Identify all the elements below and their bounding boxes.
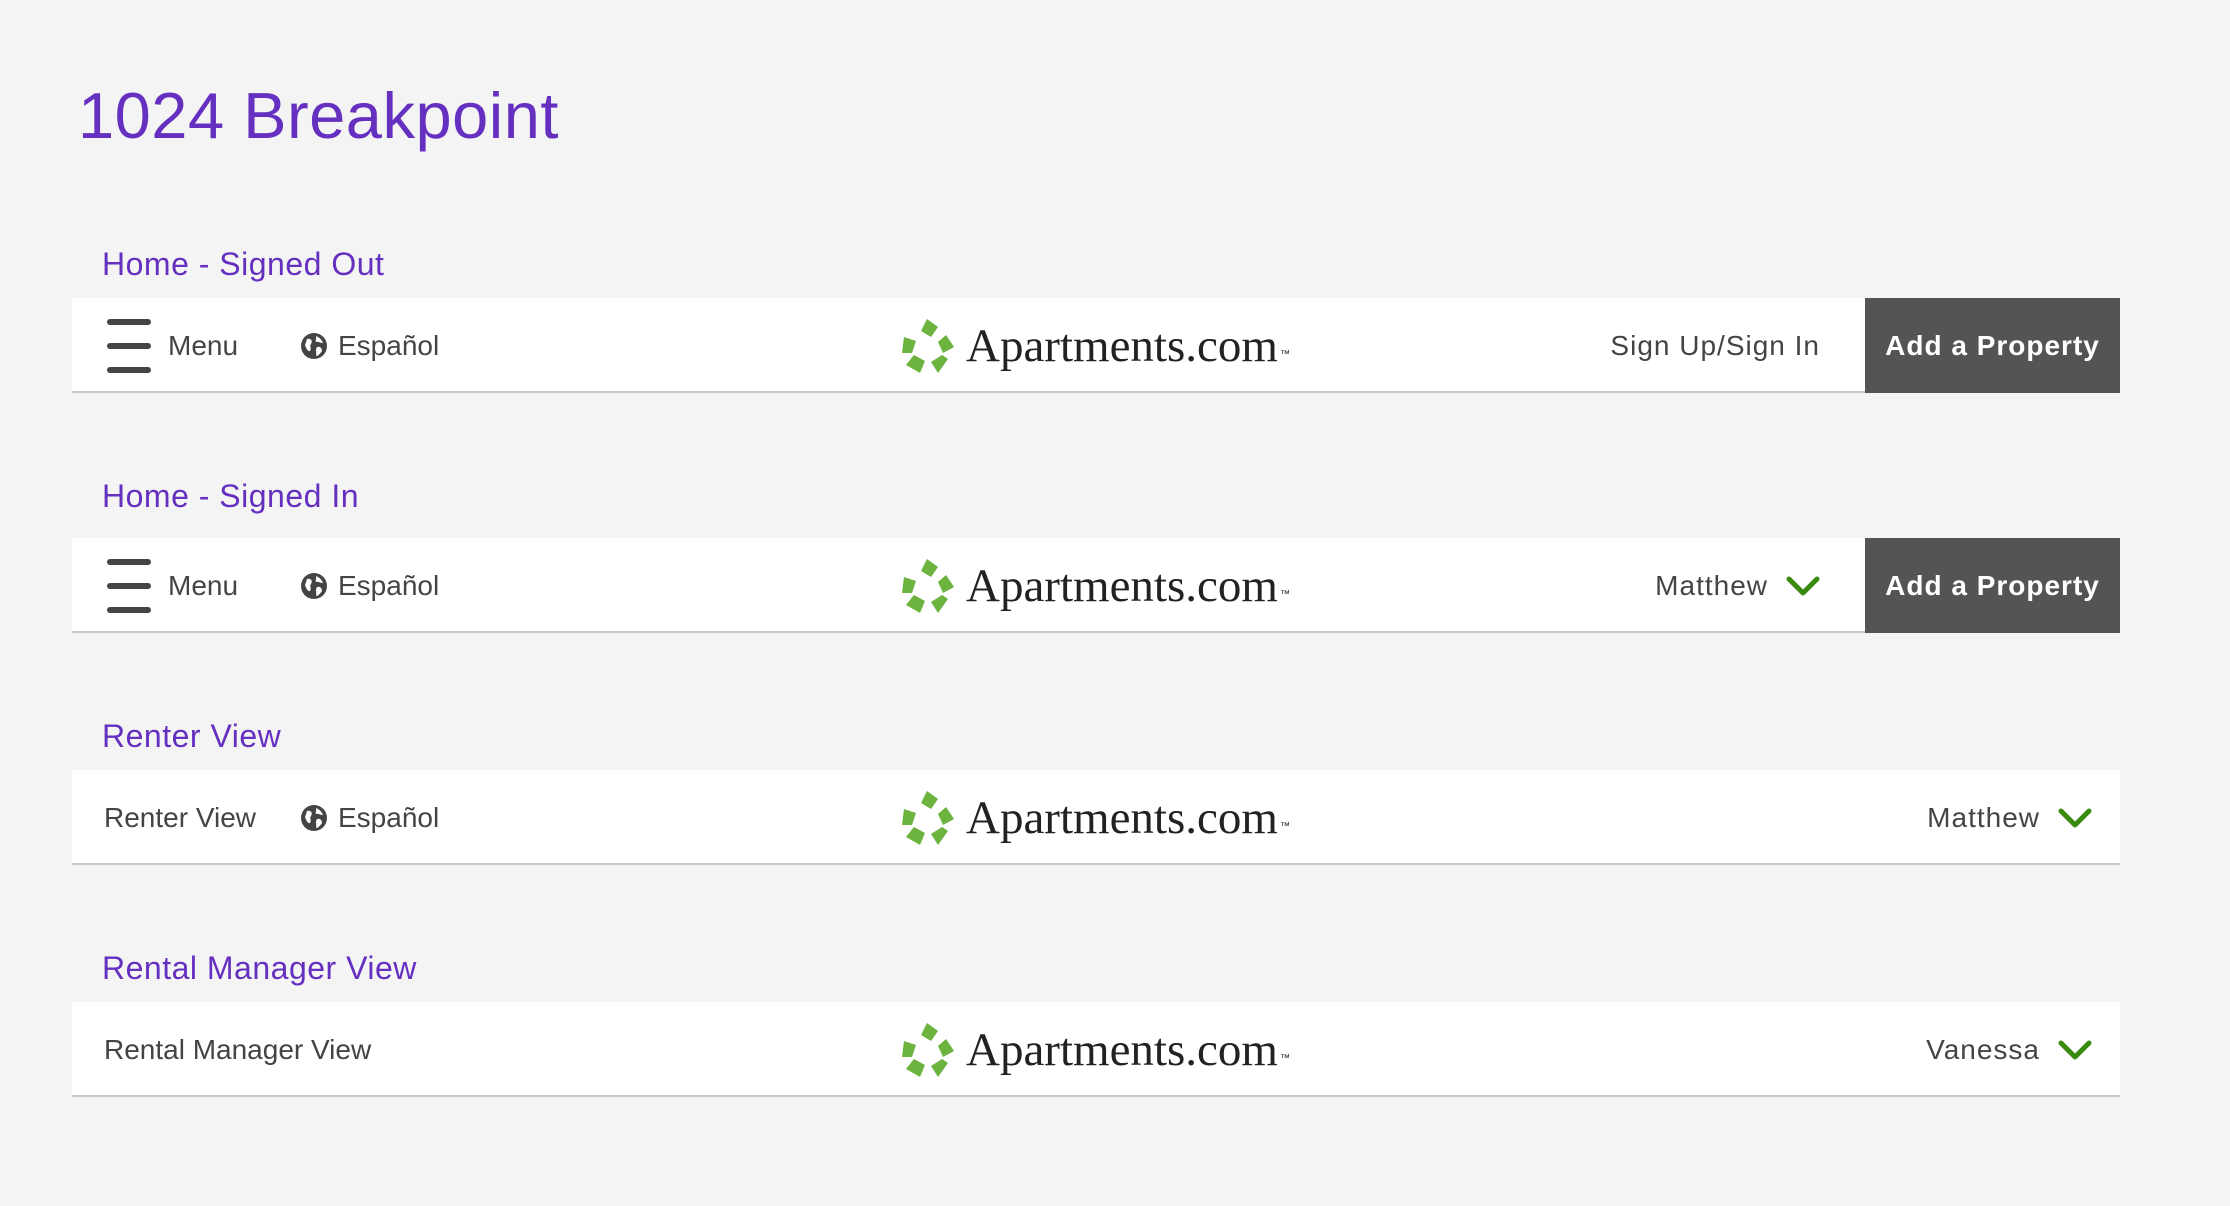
header-bar-rental-manager-view: Rental Manager View Apartments.com ™ Vane… bbox=[72, 1002, 2120, 1097]
language-toggle[interactable]: Español bbox=[300, 538, 439, 633]
menu-button[interactable] bbox=[106, 538, 152, 633]
language-label: Español bbox=[338, 329, 440, 361]
language-label: Español bbox=[338, 801, 440, 833]
section-label-home-signed-in: Home - Signed In bbox=[102, 478, 360, 514]
hamburger-icon bbox=[107, 558, 151, 613]
logo-tm: ™ bbox=[1279, 349, 1290, 360]
chevron-down-icon bbox=[2058, 1039, 2092, 1061]
logo-text: Apartments.com bbox=[966, 791, 1278, 844]
globe-icon bbox=[300, 332, 328, 360]
add-property-button[interactable]: Add a Property bbox=[1865, 538, 2120, 633]
chevron-down-icon bbox=[2058, 807, 2092, 829]
user-name: Vanessa bbox=[1926, 1033, 2040, 1065]
sign-in-link[interactable]: Sign Up/Sign In bbox=[1610, 298, 1820, 393]
section-label-renter-view: Renter View bbox=[102, 718, 282, 754]
user-menu[interactable]: Matthew bbox=[1655, 538, 1820, 633]
section-label-rental-manager-view: Rental Manager View bbox=[102, 950, 417, 986]
language-toggle[interactable]: Español bbox=[300, 298, 439, 393]
menu-label[interactable]: Menu bbox=[168, 538, 238, 633]
logo-text: Apartments.com bbox=[966, 1023, 1278, 1076]
language-toggle[interactable]: Español bbox=[300, 770, 439, 865]
add-property-button[interactable]: Add a Property bbox=[1865, 298, 2120, 393]
section-label-home-signed-out: Home - Signed Out bbox=[102, 246, 385, 282]
header-bar-renter-view: Renter View Español Apartments.com ™ Matt… bbox=[72, 770, 2120, 865]
logo-tm: ™ bbox=[1279, 1053, 1290, 1064]
hamburger-icon bbox=[107, 318, 151, 373]
header-bar-home-signed-out: Menu Español Apartments.com ™ Sign Up/Sig… bbox=[72, 298, 2120, 393]
view-switch-renter[interactable]: Renter View bbox=[104, 770, 256, 865]
user-menu[interactable]: Vanessa bbox=[1926, 1002, 2092, 1097]
logo-tm: ™ bbox=[1279, 821, 1290, 832]
language-label: Español bbox=[338, 569, 440, 601]
header-bar-home-signed-in: Menu Español Apartments.com ™ Matthew Add… bbox=[72, 538, 2120, 633]
apartments-logo-icon bbox=[898, 789, 956, 847]
apartments-logo[interactable]: Apartments.com ™ bbox=[898, 1002, 1290, 1097]
apartments-logo[interactable]: Apartments.com ™ bbox=[898, 538, 1290, 633]
apartments-logo-icon bbox=[898, 317, 956, 375]
apartments-logo-icon bbox=[898, 1021, 956, 1079]
view-switch-rental-manager[interactable]: Rental Manager View bbox=[104, 1002, 371, 1097]
menu-label[interactable]: Menu bbox=[168, 298, 238, 393]
apartments-logo-icon bbox=[898, 557, 956, 615]
user-menu[interactable]: Matthew bbox=[1927, 770, 2092, 865]
user-name: Matthew bbox=[1655, 569, 1768, 601]
logo-text: Apartments.com bbox=[966, 559, 1278, 612]
globe-icon bbox=[300, 804, 328, 832]
apartments-logo[interactable]: Apartments.com ™ bbox=[898, 298, 1290, 393]
globe-icon bbox=[300, 572, 328, 600]
page-title: 1024 Breakpoint bbox=[78, 79, 559, 152]
chevron-down-icon bbox=[1786, 575, 1820, 597]
apartments-logo[interactable]: Apartments.com ™ bbox=[898, 770, 1290, 865]
logo-tm: ™ bbox=[1279, 589, 1290, 600]
user-name: Matthew bbox=[1927, 801, 2040, 833]
page: 1024 Breakpoint Home - Signed Out Menu E… bbox=[0, 0, 2230, 1206]
logo-text: Apartments.com bbox=[966, 319, 1278, 372]
menu-button[interactable] bbox=[106, 298, 152, 393]
